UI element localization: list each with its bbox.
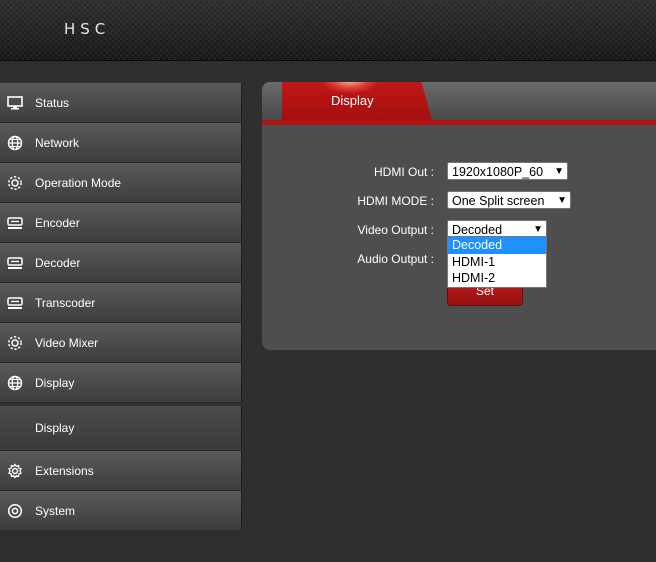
dropdown-option-hdmi-1[interactable]: HDMI-1 xyxy=(448,254,546,271)
sidebar-subitem-label: Display xyxy=(35,421,75,435)
audio-output-label: Audio Output : xyxy=(357,252,434,266)
form-row-hdmi-out: HDMI Out : 1920x1080P_60 ▼ xyxy=(262,162,656,184)
globe-icon xyxy=(6,374,24,392)
video-output-value: Decoded xyxy=(452,223,503,237)
sidebar-item-label: System xyxy=(35,503,76,518)
cog-icon xyxy=(6,462,24,480)
sidebar-item-status[interactable]: Status xyxy=(0,83,242,123)
monitor-icon xyxy=(6,94,24,112)
tab-underline xyxy=(262,120,656,125)
dropdown-option-hdmi-2[interactable]: HDMI-2 xyxy=(448,270,546,287)
hdmi-mode-select[interactable]: One Split screen ▼ xyxy=(447,191,571,209)
hdmi-out-value: 1920x1080P_60 xyxy=(452,165,544,179)
sidebar-item-label: Display xyxy=(35,375,75,390)
tab-display-label: Display xyxy=(331,93,374,108)
sidebar-subitem-display[interactable]: Display xyxy=(0,406,242,451)
sidebar-item-label: Status xyxy=(35,95,70,110)
hdmi-out-label: HDMI Out : xyxy=(373,165,434,179)
sidebar-item-extensions[interactable]: Extensions xyxy=(0,451,242,491)
sidebar-item-operation-mode[interactable]: Operation Mode xyxy=(0,163,242,203)
sidebar-item-encoder[interactable]: Encoder xyxy=(0,203,242,243)
top-header: HSC xyxy=(0,0,656,61)
sidebar-item-label: Transcoder xyxy=(35,295,96,310)
sidebar-item-decoder[interactable]: Decoder xyxy=(0,243,242,283)
video-output-label: Video Output : xyxy=(357,223,435,237)
dropdown-option-decoded[interactable]: Decoded xyxy=(448,237,546,254)
gear-icon xyxy=(6,334,24,352)
form-row-hdmi-mode: HDMI MODE : One Split screen ▼ xyxy=(262,191,656,213)
globe-icon xyxy=(6,134,24,152)
encoder-device-icon xyxy=(6,214,24,232)
sidebar-item-network[interactable]: Network xyxy=(0,123,242,163)
sidebar-item-label: Encoder xyxy=(35,215,80,230)
chevron-down-icon: ▼ xyxy=(557,195,567,206)
sidebar-nav: Status Network Operation Mode Encoder De… xyxy=(0,83,242,531)
gear-icon xyxy=(6,174,24,192)
hdmi-mode-label: HDMI MODE : xyxy=(357,194,434,208)
video-output-dropdown-list: Decoded HDMI-1 HDMI-2 xyxy=(447,236,547,288)
sidebar-item-display[interactable]: Display xyxy=(0,363,242,403)
sidebar-item-label: Decoder xyxy=(35,255,81,270)
circle-target-icon xyxy=(6,502,24,520)
decoder-device-icon xyxy=(6,254,24,272)
hdmi-out-select[interactable]: 1920x1080P_60 ▼ xyxy=(447,162,568,180)
tab-bar: Display xyxy=(262,82,656,120)
display-settings-panel: Display HDMI Out : 1920x1080P_60 ▼ HDMI … xyxy=(262,82,656,350)
sidebar-item-label: Operation Mode xyxy=(35,175,122,190)
sidebar-item-video-mixer[interactable]: Video Mixer xyxy=(0,323,242,363)
chevron-down-icon: ▼ xyxy=(554,166,564,177)
brand-logo-text: HSC xyxy=(64,20,111,38)
sidebar-item-label: Extensions xyxy=(35,463,94,478)
sidebar-item-transcoder[interactable]: Transcoder xyxy=(0,283,242,323)
sidebar-item-label: Video Mixer xyxy=(35,335,99,350)
hdmi-mode-value: One Split screen xyxy=(452,194,545,208)
sidebar-item-label: Network xyxy=(35,135,80,150)
sidebar-item-system[interactable]: System xyxy=(0,491,242,531)
transcoder-device-icon xyxy=(6,294,24,312)
